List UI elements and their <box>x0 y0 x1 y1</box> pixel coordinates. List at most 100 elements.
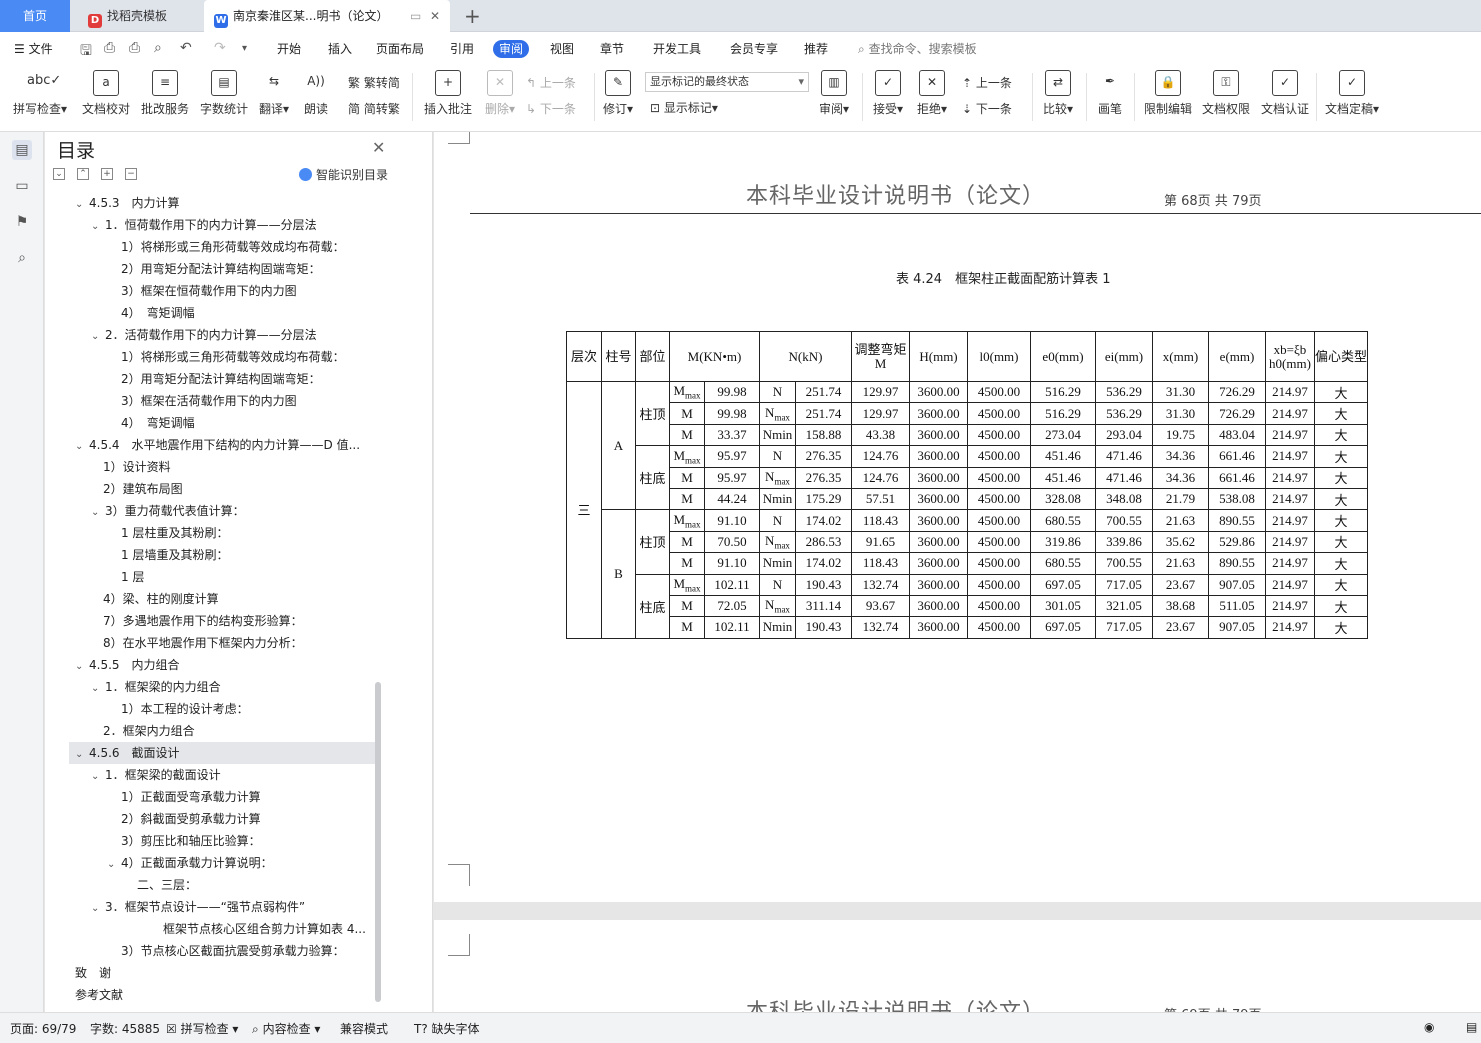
add-heading-icon[interactable]: + <box>101 168 113 180</box>
menu-member[interactable]: 会员专享 <box>724 40 784 58</box>
smart-toc-button[interactable]: 智能识别目录 <box>299 166 388 183</box>
status-spellcheck[interactable]: ☒ 拼写检查 ▾ <box>166 1020 238 1037</box>
toc-item[interactable]: 1）将梯形或三角形荷载等效成均布荷载： <box>121 346 375 368</box>
toc-item[interactable]: 1 层墙重及其粉刷： <box>121 544 375 566</box>
compare-button[interactable]: ⇄ 比较▾ <box>1040 70 1076 117</box>
chevron-down-icon[interactable]: ⌄ <box>91 326 105 346</box>
proof-button[interactable]: a 文档校对 <box>80 70 132 117</box>
status-content-check[interactable]: ⌕ 内容检查 ▾ <box>252 1020 320 1037</box>
toc-item[interactable]: ⌄ 2．活荷载作用下的内力计算——分层法 <box>91 324 375 346</box>
redo-icon[interactable]: ↷ <box>214 40 226 56</box>
close-icon[interactable]: ✕ <box>372 138 385 157</box>
toc-item[interactable]: ⌄ 1．框架梁的截面设计 <box>91 764 375 786</box>
toc-item[interactable]: ⌄ 4.5.6 截面设计 <box>69 742 375 764</box>
menu-review[interactable]: 审阅 <box>493 40 530 58</box>
accept-button[interactable]: ✓ 接受▾ <box>870 70 906 117</box>
tab-home[interactable]: 首页 <box>0 0 70 32</box>
word-count[interactable]: 字数: 45885 <box>90 1020 160 1037</box>
chapter-nav-icon[interactable]: ▭ <box>12 176 32 196</box>
doc-final-button[interactable]: ✓ 文档定稿▾ <box>1322 70 1382 117</box>
toc-item[interactable]: 1 层柱重及其粉刷： <box>121 522 375 544</box>
toc-item[interactable]: 2）建筑布局图 <box>103 478 375 500</box>
view-mode-icon[interactable]: ▤ <box>1466 1020 1477 1034</box>
insert-comment-button[interactable]: + 插入批注 <box>420 70 476 117</box>
page[interactable]: 本科毕业设计说明书（论文） 第 68页 共 79页 表 4.24 框架柱正截面配… <box>434 132 1481 902</box>
toc-item[interactable]: 8）在水平地震作用下框架内力分析： <box>103 632 375 654</box>
doc-cert-button[interactable]: ✓ 文档认证 <box>1259 70 1311 117</box>
tab-document[interactable]: W 南京秦淮区某...明书（论文） ▭ ✕ <box>204 0 450 32</box>
page-indicator[interactable]: 页面: 69/79 <box>10 1020 76 1037</box>
chevron-down-icon[interactable]: ⌄ <box>91 898 105 918</box>
next-change-button[interactable]: ⇣ 下一条 <box>962 100 1012 117</box>
toc-item[interactable]: 3）框架在活荷载作用下的内力图 <box>121 390 375 412</box>
chevron-down-icon[interactable]: ⌄ <box>91 678 105 698</box>
toc-item[interactable]: 2）用弯矩分配法计算结构固端弯矩： <box>121 258 375 280</box>
chevron-down-icon[interactable]: ⌄ <box>91 502 105 522</box>
toc-item[interactable]: ⌄ 1．框架梁的内力组合 <box>91 676 375 698</box>
translate-button[interactable]: ⇆ 翻译▾ <box>256 70 292 117</box>
delete-comment-button[interactable]: ✕ 删除▾ <box>482 70 518 117</box>
toc-item[interactable]: 2．框架内力组合 <box>103 720 375 742</box>
next-comment-button[interactable]: ↳ 下一条 <box>526 100 576 117</box>
toc-item[interactable]: 4） 弯矩调幅 <box>121 412 375 434</box>
toc-item[interactable]: 框架节点核心区组合剪力计算如表 4... <box>163 918 375 940</box>
toc-item[interactable]: 1）本工程的设计考虑： <box>121 698 375 720</box>
toc-item[interactable]: ⌄ 1．恒荷载作用下的内力计算——分层法 <box>91 214 375 236</box>
wordcount-button[interactable]: ▤ 字数统计 <box>198 70 250 117</box>
review-pane-button[interactable]: ▥ 审阅▾ <box>816 70 852 117</box>
toc-item[interactable]: 1 层 <box>121 566 375 588</box>
save-icon[interactable]: 🖫 <box>80 40 92 64</box>
bookmark-icon[interactable]: ⚑ <box>12 212 32 232</box>
remove-heading-icon[interactable]: − <box>125 168 137 180</box>
export-pdf-icon[interactable]: ⎙ <box>104 40 115 56</box>
file-menu[interactable]: ☰ 文件 <box>8 40 59 58</box>
show-markup-button[interactable]: ⊡ 显示标记▾ <box>650 99 718 116</box>
chevron-down-icon[interactable]: ⌄ <box>91 766 105 786</box>
toc-item[interactable]: 2）用弯矩分配法计算结构固端弯矩： <box>121 368 375 390</box>
toc-item[interactable]: ⌄ 3）重力荷载代表值计算： <box>91 500 375 522</box>
toc-item[interactable]: 1）正截面受弯承载力计算 <box>121 786 375 808</box>
undo-icon[interactable]: ↶ <box>180 40 192 56</box>
page[interactable]: 本科毕业设计说明书（论文） 第 69页 共 79页 <box>434 920 1481 1012</box>
toc-item[interactable]: 2）斜截面受剪承载力计算 <box>121 808 375 830</box>
menu-layout[interactable]: 页面布局 <box>370 40 430 58</box>
toc-item[interactable]: ⌄ 4.5.4 水平地震作用下结构的内力计算——D 值... <box>75 434 375 456</box>
t2s-button[interactable]: 繁 繁转简 <box>348 74 400 91</box>
toc-item[interactable]: 4）梁、柱的刚度计算 <box>103 588 375 610</box>
eye-protect-icon[interactable]: ◉ <box>1424 1020 1434 1034</box>
toc-item[interactable]: 1）设计资料 <box>103 456 375 478</box>
markup-state-select[interactable]: 显示标记的最终状态 ▾ <box>645 72 809 92</box>
collapse-all-icon[interactable]: ⌄ <box>53 168 65 180</box>
chevron-down-icon[interactable]: ⌄ <box>75 656 89 676</box>
toc-item[interactable]: 二、三层： <box>137 874 375 896</box>
toc-item[interactable]: 3）剪压比和轴压比验算： <box>121 830 375 852</box>
expand-up-icon[interactable]: ⌃ <box>77 168 89 180</box>
print-icon[interactable]: ⎙ <box>129 40 140 56</box>
chevron-down-icon[interactable]: ⌄ <box>75 194 89 214</box>
toc-scrollbar[interactable] <box>375 682 381 1002</box>
toc-item[interactable]: 4） 弯矩调幅 <box>121 302 375 324</box>
toc-item[interactable]: 3）节点核心区截面抗震受剪承载力验算： <box>121 940 375 962</box>
toc-panel-icon[interactable]: ▤ <box>12 140 32 160</box>
print-preview-icon[interactable]: ⌕ <box>154 40 162 56</box>
doc-permission-button[interactable]: ⚿ 文档权限 <box>1200 70 1252 117</box>
command-search[interactable]: ⌕ 查找命令、搜索模板 <box>852 40 983 58</box>
restrict-edit-button[interactable]: 🔒 限制编辑 <box>1142 70 1194 117</box>
read-button[interactable]: A)) 朗读 <box>300 70 332 117</box>
menu-view[interactable]: 视图 <box>544 40 580 58</box>
tab-pin-icon[interactable]: ▭ <box>410 0 421 32</box>
s2t-button[interactable]: 简 简转繁 <box>348 100 400 117</box>
menu-reference[interactable]: 引用 <box>444 40 480 58</box>
prev-comment-button[interactable]: ↰ 上一条 <box>526 74 576 91</box>
menu-devtools[interactable]: 开发工具 <box>647 40 707 58</box>
toc-item[interactable]: ⌄ 4.5.3 内力计算 <box>75 192 375 214</box>
missing-font[interactable]: T? 缺失字体 <box>414 1020 480 1037</box>
toc-item[interactable]: 致 谢 <box>75 962 375 984</box>
toc-item[interactable]: 3）框架在恒荷载作用下的内力图 <box>121 280 375 302</box>
menu-insert[interactable]: 插入 <box>322 40 358 58</box>
new-tab-button[interactable]: + <box>456 0 486 32</box>
toc-item[interactable]: ⌄ 3．框架节点设计——“强节点弱构件” <box>91 896 375 918</box>
toc-item[interactable]: ⌄ 4.5.5 内力组合 <box>75 654 375 676</box>
chevron-down-icon[interactable]: ⌄ <box>91 216 105 236</box>
chevron-down-icon[interactable]: ⌄ <box>75 744 89 764</box>
